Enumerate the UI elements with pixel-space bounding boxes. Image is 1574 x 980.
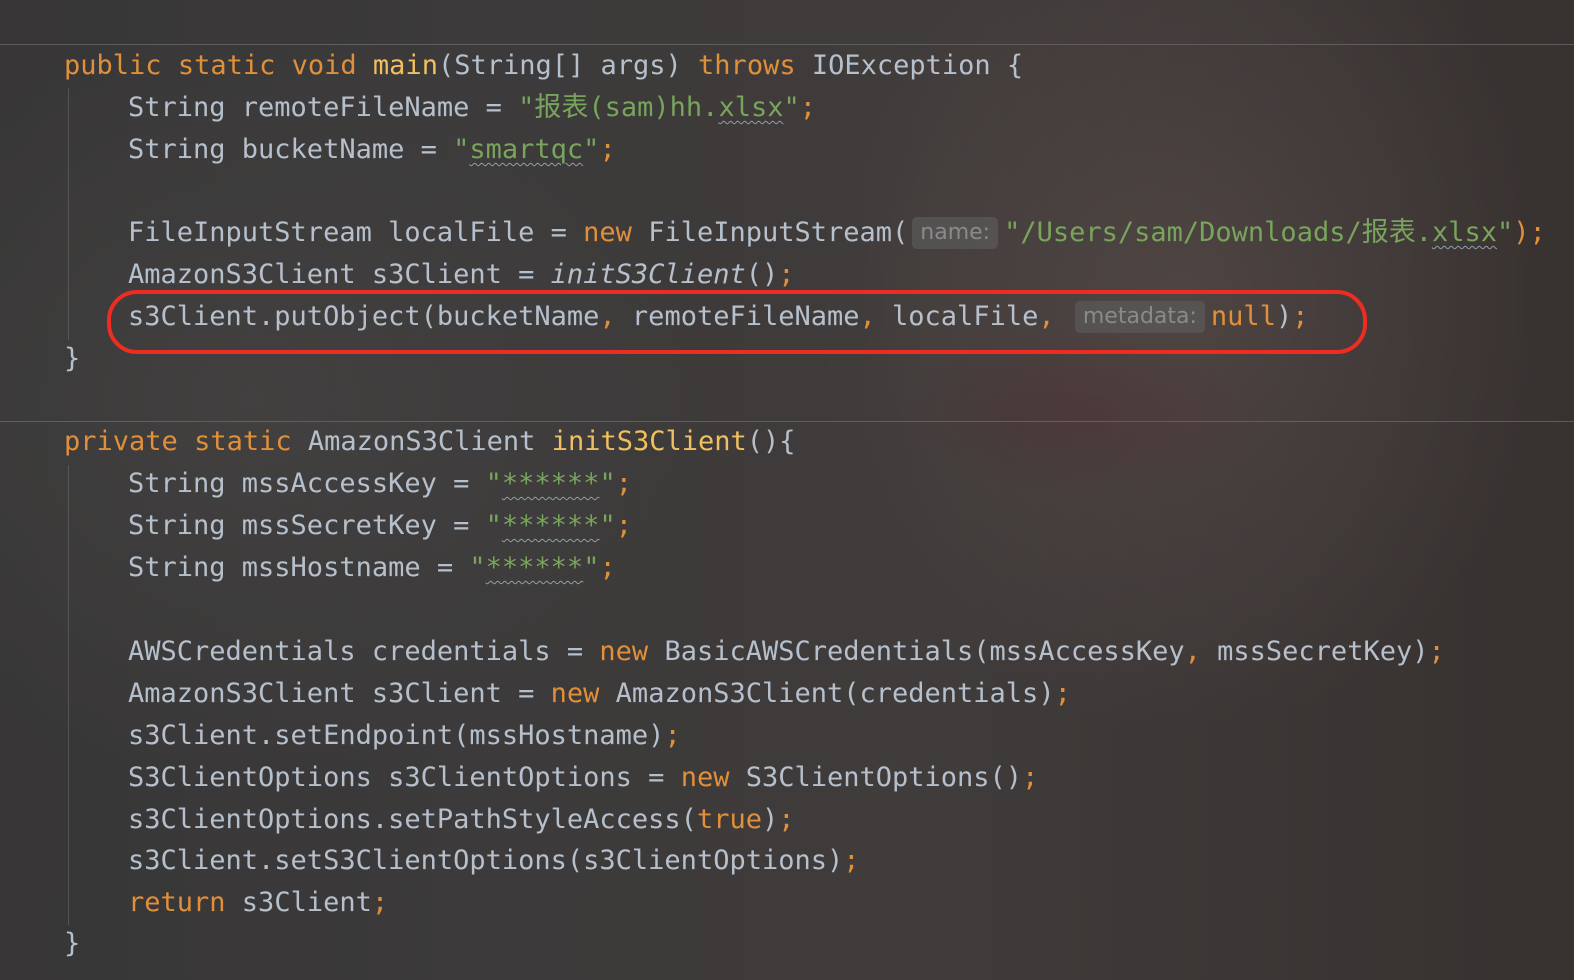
string-literal: "	[583, 552, 600, 583]
semicolon: );	[1513, 217, 1546, 248]
params: (String[] args)	[437, 50, 699, 81]
return-type: AmazonS3Client	[291, 426, 552, 457]
main-signature-line[interactable]: public static void main(String[] args) t…	[64, 45, 1023, 87]
method-name: initS3Client	[551, 426, 747, 457]
code-line-client-options[interactable]: S3ClientOptions s3ClientOptions = new S3…	[128, 757, 1038, 799]
parameter-hint: name:	[912, 217, 999, 249]
declaration: String mssAccessKey =	[128, 468, 486, 499]
declaration: String bucketName =	[128, 134, 454, 165]
init-close-brace: }	[64, 928, 81, 959]
keyword: throws	[698, 50, 796, 81]
masked-value: ******	[485, 552, 584, 583]
semicolon: ;	[799, 92, 817, 123]
string-literal: "	[599, 468, 616, 499]
string-literal: "	[599, 510, 616, 541]
keyword: static	[177, 50, 276, 81]
method-call: s3Client.setS3ClientOptions(s3ClientOpti…	[128, 845, 844, 876]
keyword: new	[599, 636, 649, 667]
keyword: new	[550, 678, 600, 709]
code-line-remote-filename[interactable]: String remoteFileName = "报表(sam)hh.xlsx"…	[128, 87, 816, 129]
semicolon: ;	[1428, 636, 1445, 667]
string-literal: "	[485, 510, 502, 541]
method-call: initS3Client	[550, 259, 746, 290]
string-literal: "	[485, 468, 502, 499]
semicolon: ;	[1054, 678, 1071, 709]
declaration: String mssHostname =	[128, 552, 470, 583]
declaration: AmazonS3Client s3Client =	[128, 678, 551, 709]
semicolon: ;	[599, 552, 616, 583]
string-literal: "	[783, 92, 800, 123]
constructor: FileInputStream(	[631, 217, 909, 248]
constructor: BasicAWSCredentials(mssAccessKey	[648, 636, 1185, 667]
masked-value: ******	[501, 468, 600, 499]
declaration: String mssSecretKey =	[128, 510, 486, 541]
code-line-new-client[interactable]: AmazonS3Client s3Client = new AmazonS3Cl…	[128, 673, 1071, 715]
keyword: true	[696, 804, 762, 835]
semicolon: ;	[664, 720, 681, 751]
code-line-access-key[interactable]: String mssAccessKey = "******";	[128, 463, 632, 505]
declaration: S3ClientOptions s3ClientOptions =	[128, 762, 681, 793]
code-line-hostname[interactable]: String mssHostname = "******";	[128, 547, 616, 589]
init-signature-line[interactable]: private static AmazonS3Client initS3Clie…	[64, 421, 796, 463]
semicolon: ;	[599, 134, 616, 165]
keyword: public	[64, 50, 162, 81]
indent-guide-init	[68, 465, 69, 925]
string-literal: "/Users/sam/Downloads/报表.	[1004, 217, 1432, 248]
red-highlight-annotation	[107, 290, 1367, 354]
semicolon: ;	[615, 468, 632, 499]
code-line-set-options[interactable]: s3Client.setS3ClientOptions(s3ClientOpti…	[128, 840, 860, 882]
code-line-path-style[interactable]: s3ClientOptions.setPathStyleAccess(true)…	[128, 799, 795, 841]
semicolon: ;	[615, 510, 632, 541]
keyword: new	[680, 762, 730, 793]
code-line-credentials[interactable]: AWSCredentials credentials = new BasicAW…	[128, 631, 1445, 673]
code-line-bucket-name[interactable]: String bucketName = "smartqc";	[128, 129, 616, 171]
declaration: FileInputStream localFile =	[128, 217, 584, 248]
masked-value: ******	[501, 510, 600, 541]
method-call: s3Client.setEndpoint(mssHostname)	[128, 720, 665, 751]
indent-guide-main	[68, 88, 69, 340]
return-value: s3Client	[225, 887, 372, 918]
string-literal: "	[1497, 217, 1514, 248]
semicolon: ;	[843, 845, 860, 876]
string-literal: "	[453, 134, 470, 165]
semicolon: ;	[778, 804, 795, 835]
parens: ()	[745, 259, 779, 290]
constructor: S3ClientOptions()	[729, 762, 1023, 793]
keyword: void	[291, 50, 357, 81]
main-close-brace: }	[64, 343, 81, 374]
comma: ,	[1184, 636, 1201, 667]
string-literal-typo: xlsx	[718, 92, 784, 123]
argument: mssSecretKey)	[1200, 636, 1429, 667]
string-literal-typo: xlsx	[1431, 217, 1497, 248]
semicolon: ;	[778, 259, 795, 290]
declaration: AWSCredentials credentials =	[128, 636, 600, 667]
semicolon: ;	[371, 887, 389, 918]
exception-type: IOException {	[795, 50, 1024, 81]
constructor: AmazonS3Client(credentials)	[599, 678, 1055, 709]
method-call: s3ClientOptions.setPathStyleAccess(	[128, 804, 697, 835]
declaration: String remoteFileName =	[128, 92, 519, 123]
keyword: private	[64, 426, 178, 457]
keyword: new	[583, 217, 632, 248]
paren: )	[761, 804, 779, 835]
code-line-local-file[interactable]: FileInputStream localFile = new FileInpu…	[128, 212, 1546, 254]
keyword: static	[194, 426, 292, 457]
semicolon: ;	[1022, 762, 1039, 793]
keyword: return	[128, 887, 226, 918]
code-line-return[interactable]: return s3Client;	[128, 882, 388, 924]
code-line-set-endpoint[interactable]: s3Client.setEndpoint(mssHostname);	[128, 715, 681, 757]
string-literal: "	[583, 134, 600, 165]
code-line-secret-key[interactable]: String mssSecretKey = "******";	[128, 505, 632, 547]
declaration: AmazonS3Client s3Client =	[128, 259, 551, 290]
params: (){	[746, 426, 796, 457]
string-literal: "报表(sam)hh.	[518, 92, 719, 123]
string-literal-typo: smartqc	[469, 134, 584, 165]
method-name: main	[372, 50, 438, 81]
string-literal: "	[469, 552, 486, 583]
